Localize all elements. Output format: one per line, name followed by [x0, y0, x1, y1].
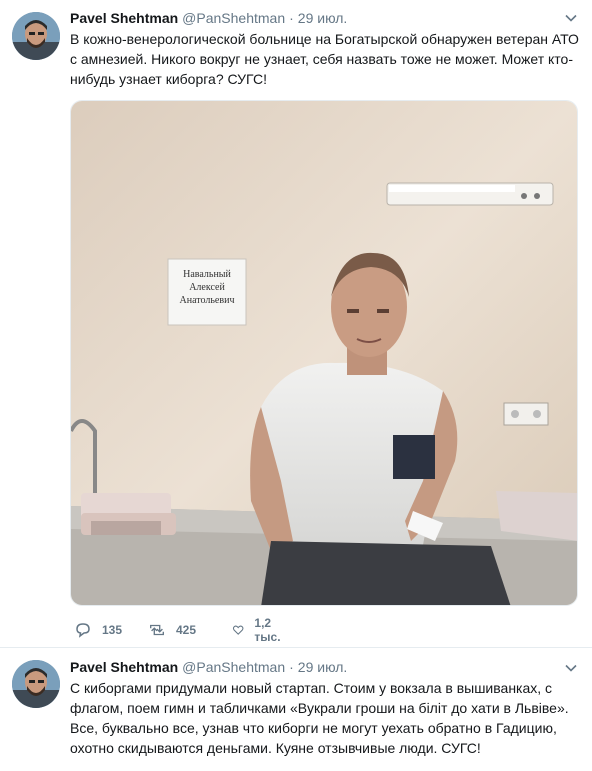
heart-icon — [232, 625, 244, 635]
sign-line: Навальный — [183, 269, 231, 280]
author-name[interactable]: Pavel Shehtman — [70, 659, 178, 675]
separator-dot: · — [289, 10, 294, 26]
retweet-count: 425 — [176, 623, 197, 637]
reply-button[interactable]: 135 — [74, 620, 122, 640]
chevron-down-icon[interactable] — [564, 11, 578, 25]
author-handle[interactable]: @PanShehtman — [182, 10, 285, 26]
photo-scene: Навальный Алексей Анатольевич — [71, 101, 577, 605]
avatar-image — [12, 12, 60, 60]
sign-line: Анатольевич — [180, 295, 235, 306]
name-sign: Навальный Алексей Анатольевич — [167, 258, 247, 326]
chevron-down-icon[interactable] — [564, 661, 578, 675]
retweet-icon — [150, 624, 164, 636]
like-button[interactable]: 1,2 тыс. — [232, 616, 286, 644]
avatar[interactable] — [12, 660, 60, 708]
tweet-text: С киборгами придумали новый стартап. Сто… — [70, 678, 580, 758]
tweet-text-line: нибудь узнает киборга? СУГС! — [70, 71, 267, 87]
retweet-button[interactable]: 425 — [148, 620, 196, 640]
tweet[interactable]: Pavel Shehtman @PanShehtman · 29 июл. С киб… — [0, 648, 592, 771]
reply-icon — [76, 623, 90, 638]
reply-count: 135 — [102, 623, 123, 637]
author-handle[interactable]: @PanShehtman — [182, 659, 285, 675]
author-name[interactable]: Pavel Shehtman — [70, 10, 178, 26]
tweet-date[interactable]: 29 июл. — [298, 10, 348, 26]
like-count: 1,2 тыс. — [254, 616, 281, 644]
tweet-date[interactable]: 29 июл. — [298, 659, 348, 675]
tweet-text-line: В кожно-венерологической больнице на Бог… — [70, 31, 579, 47]
tweet-text-line: С киборгами придумали новый стартап. Сто… — [70, 680, 553, 696]
tweet-header: Pavel Shehtman @PanShehtman · 29 июл. — [70, 657, 347, 677]
avatar-image — [12, 660, 60, 708]
sign-line: Алексей — [189, 282, 225, 293]
tweet-text: В кожно-венерологической больнице на Бог… — [70, 29, 580, 89]
tweet-text-line: Все, буквально все, узнав что киборги не… — [70, 720, 557, 736]
tweet-text-line: с амнезией. Никого вокруг не узнает, себ… — [70, 51, 574, 67]
tweet-photo[interactable]: Навальный Алексей Анатольевич — [70, 100, 578, 606]
tweet[interactable]: Pavel Shehtman @PanShehtman · 29 июл. В кож… — [0, 0, 592, 648]
tweet-text-line: флагом, поем гимн и табличками «Вукрали … — [70, 700, 569, 716]
tweet-text-line: охотно скидываются деньгами. Куяне отзыв… — [70, 740, 481, 756]
separator-dot: · — [289, 659, 294, 675]
avatar[interactable] — [12, 12, 60, 60]
tweet-header: Pavel Shehtman @PanShehtman · 29 июл. — [70, 8, 347, 28]
